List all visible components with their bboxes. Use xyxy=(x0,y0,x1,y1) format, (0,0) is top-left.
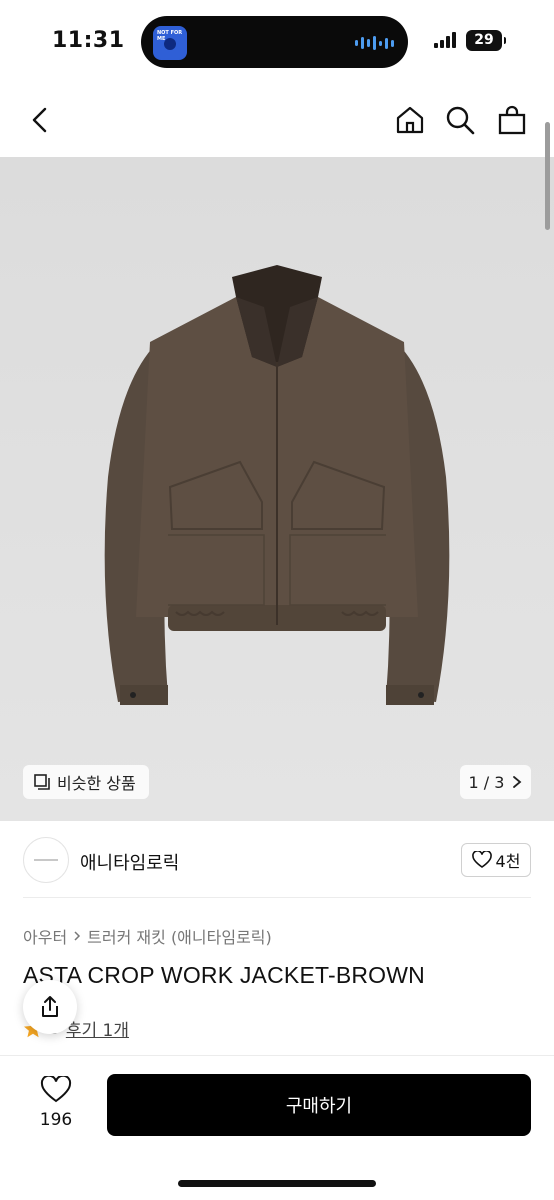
bottom-action-bar: 196 구매하기 xyxy=(0,1055,554,1200)
product-title: ASTA CROP WORK JACKET-BROWN xyxy=(23,962,425,988)
seller-row[interactable]: 애니타임로릭 4천 xyxy=(0,832,554,888)
heart-icon xyxy=(40,1074,72,1103)
breadcrumb: 아우터 트러커 재킷 (애니타임로릭) xyxy=(23,924,272,948)
share-icon xyxy=(42,996,58,1017)
shopping-bag-icon xyxy=(498,105,526,135)
back-button[interactable] xyxy=(22,102,58,138)
similar-products-button[interactable]: 비슷한 상품 xyxy=(23,765,149,799)
home-indicator xyxy=(178,1180,376,1187)
dynamic-island[interactable]: NOT FOR ME xyxy=(141,16,408,68)
now-playing-artwork: NOT FOR ME xyxy=(153,26,187,60)
store-like-count: 4천 xyxy=(495,852,521,871)
chevron-right-icon xyxy=(74,931,81,941)
breadcrumb-category[interactable]: 아우터 xyxy=(23,924,67,948)
audio-wave-icon xyxy=(355,36,394,50)
similar-items-icon xyxy=(34,774,50,790)
chevron-right-icon xyxy=(513,776,522,788)
home-icon xyxy=(396,106,424,134)
home-button[interactable] xyxy=(392,102,428,138)
status-time: 11:31 xyxy=(52,28,125,53)
divider xyxy=(23,897,531,898)
buy-button[interactable]: 구매하기 xyxy=(107,1074,531,1136)
pager-text: 1 / 3 xyxy=(468,772,505,792)
review-link[interactable]: 후기 1개 xyxy=(66,1016,129,1041)
heart-icon xyxy=(471,851,492,868)
wishlist-button[interactable]: 196 xyxy=(28,1074,84,1130)
scroll-indicator xyxy=(545,122,550,230)
battery-indicator: 29 xyxy=(466,30,506,51)
store-like-button[interactable]: 4천 xyxy=(461,843,531,877)
seller-name[interactable]: 애니타임로릭 xyxy=(80,849,179,875)
image-pager[interactable]: 1 / 3 xyxy=(460,765,531,799)
top-nav xyxy=(0,90,554,152)
wishlist-count: 196 xyxy=(39,1110,73,1130)
breadcrumb-subcategory[interactable]: 트러커 재킷 (애니타임로릭) xyxy=(87,924,272,948)
search-icon xyxy=(446,106,475,135)
status-bar: 11:31 NOT FOR ME 29 xyxy=(0,0,554,84)
signal-icon xyxy=(434,32,456,48)
similar-products-label: 비슷한 상품 xyxy=(57,774,136,793)
share-button[interactable] xyxy=(23,980,77,1034)
jacket-image xyxy=(104,265,450,705)
search-button[interactable] xyxy=(442,102,478,138)
product-image[interactable] xyxy=(0,157,554,821)
bag-button[interactable] xyxy=(494,102,530,138)
chevron-left-icon xyxy=(32,107,47,133)
seller-avatar[interactable] xyxy=(23,837,69,883)
